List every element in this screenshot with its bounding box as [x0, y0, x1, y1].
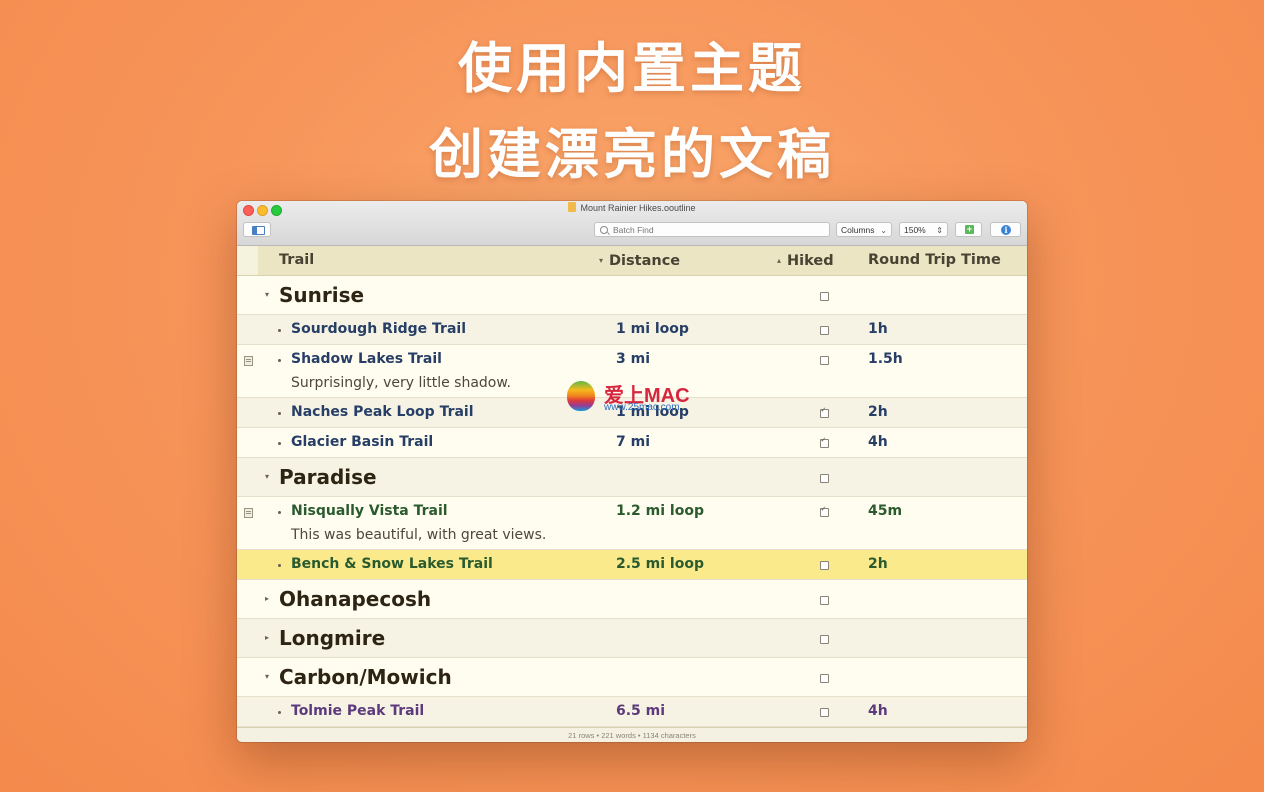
row-note[interactable]: Surprisingly, very little shadow. — [291, 375, 511, 391]
outline-row[interactable]: Sourdough Ridge Trail 1 mi loop 1h — [237, 315, 1027, 345]
disclosure-expanded-icon[interactable]: ▾ — [265, 672, 269, 681]
hiked-checkbox[interactable] — [820, 708, 829, 717]
bullet-icon — [278, 329, 281, 332]
add-icon: + — [965, 224, 974, 234]
zoom-label: 150% — [904, 225, 926, 235]
disclosure-expanded-icon[interactable]: ▾ — [265, 472, 269, 481]
column-header-hiked[interactable]: ▴ Hiked — [777, 246, 834, 276]
disclosure-collapsed-icon[interactable]: ▸ — [265, 594, 269, 603]
search-icon — [600, 226, 608, 234]
zoom-popup-button[interactable]: 150% ⇕ — [899, 222, 948, 237]
topic-text[interactable]: Glacier Basin Trail — [291, 434, 433, 450]
hiked-checkbox[interactable] — [820, 406, 829, 418]
topic-text[interactable]: Longmire — [279, 626, 385, 650]
outline-section-row[interactable]: ▾ Paradise — [237, 458, 1027, 497]
status-bar: 21 rows • 221 words • 1134 characters — [237, 727, 1027, 742]
headline-line-1: 使用内置主题 — [458, 37, 806, 100]
distance-cell[interactable]: 2.5 mi loop — [616, 556, 704, 572]
inspector-button[interactable]: i — [990, 222, 1021, 237]
column-header: Trail ▾ Distance ▴ Hiked Round Trip Time — [237, 246, 1027, 276]
bullet-icon — [278, 442, 281, 445]
topic-text[interactable]: Nisqually Vista Trail — [291, 503, 448, 519]
hiked-checkbox[interactable] — [820, 635, 829, 644]
column-header-trail[interactable]: Trail — [279, 246, 314, 275]
stepper-icon: ⇕ — [936, 226, 943, 235]
headline-line-2: 创建漂亮的文稿 — [429, 123, 835, 186]
document-icon — [568, 202, 577, 212]
topic-text[interactable]: Sunrise — [279, 283, 364, 307]
column-header-round-trip-time[interactable]: Round Trip Time — [868, 246, 1001, 275]
topic-text[interactable]: Naches Peak Loop Trail — [291, 404, 474, 420]
topic-text[interactable]: Carbon/Mowich — [279, 665, 452, 689]
title-bar: Mount Rainier Hikes.ooutline Columns ⌄ 15… — [237, 201, 1027, 246]
add-row-button[interactable]: + — [955, 222, 982, 237]
bullet-icon — [278, 412, 281, 415]
info-icon: i — [1001, 225, 1011, 235]
distance-cell[interactable]: 1 mi loop — [616, 321, 689, 337]
topic-text[interactable]: Sourdough Ridge Trail — [291, 321, 466, 337]
distance-cell[interactable]: 6.5 mi — [616, 703, 665, 719]
note-icon[interactable] — [244, 356, 253, 366]
round-trip-time-cell[interactable]: 2h — [868, 556, 888, 572]
sidebar-toggle-button[interactable] — [243, 222, 271, 237]
batch-find-field[interactable] — [594, 222, 830, 237]
sort-descending-icon: ▾ — [599, 256, 604, 265]
apple-logo-icon — [567, 381, 595, 411]
sort-ascending-icon: ▴ — [777, 256, 782, 265]
hiked-checkbox[interactable] — [820, 356, 829, 365]
outline-row[interactable]: Bench & Snow Lakes Trail 2.5 mi loop 2h — [237, 550, 1027, 580]
outline-section-row[interactable]: ▾ Carbon/Mowich — [237, 658, 1027, 697]
outline-row[interactable]: Glacier Basin Trail 7 mi 4h — [237, 428, 1027, 458]
outline-section-row[interactable]: ▸ Longmire — [237, 619, 1027, 658]
hiked-checkbox[interactable] — [820, 436, 829, 448]
window-title: Mount Rainier Hikes.ooutline — [237, 202, 1027, 213]
header-gutter — [237, 246, 258, 275]
bullet-icon — [278, 564, 281, 567]
round-trip-time-cell[interactable]: 1.5h — [868, 351, 903, 367]
row-note[interactable]: This was beautiful, with great views. — [291, 527, 546, 543]
topic-text[interactable]: Bench & Snow Lakes Trail — [291, 556, 493, 572]
columns-popup-button[interactable]: Columns ⌄ — [836, 222, 892, 237]
round-trip-time-cell[interactable]: 4h — [868, 703, 888, 719]
bullet-icon — [278, 359, 281, 362]
columns-label: Columns — [841, 225, 875, 235]
topic-text[interactable]: Tolmie Peak Trail — [291, 703, 424, 719]
distance-cell[interactable]: 1.2 mi loop — [616, 503, 704, 519]
distance-header-label: Distance — [609, 253, 681, 269]
watermark-url: www.25mac.com — [604, 402, 680, 413]
chevron-down-icon: ⌄ — [880, 226, 887, 235]
outline-section-row[interactable]: ▸ Ohanapecosh — [237, 580, 1027, 619]
hiked-checkbox[interactable] — [820, 474, 829, 483]
disclosure-expanded-icon[interactable]: ▾ — [265, 290, 269, 299]
distance-cell[interactable]: 7 mi — [616, 434, 650, 450]
hiked-checkbox[interactable] — [820, 292, 829, 301]
outline-section-row[interactable]: ▾ Sunrise — [237, 276, 1027, 315]
sidebar-icon — [252, 226, 265, 235]
note-icon[interactable] — [244, 508, 253, 518]
round-trip-time-cell[interactable]: 45m — [868, 503, 902, 519]
topic-text[interactable]: Shadow Lakes Trail — [291, 351, 442, 367]
hiked-checkbox[interactable] — [820, 561, 829, 570]
round-trip-time-cell[interactable]: 4h — [868, 434, 888, 450]
app-window: Mount Rainier Hikes.ooutline Columns ⌄ 15… — [237, 201, 1027, 742]
disclosure-collapsed-icon[interactable]: ▸ — [265, 633, 269, 642]
hiked-checkbox[interactable] — [820, 674, 829, 683]
round-trip-time-cell[interactable]: 1h — [868, 321, 888, 337]
hiked-checkbox[interactable] — [820, 505, 829, 517]
round-trip-time-cell[interactable]: 2h — [868, 404, 888, 420]
hiked-header-label: Hiked — [787, 253, 834, 269]
window-title-text: Mount Rainier Hikes.ooutline — [580, 203, 696, 213]
bullet-icon — [278, 511, 281, 514]
outline-row[interactable]: Nisqually Vista Trail 1.2 mi loop 45m This … — [237, 497, 1027, 550]
bullet-icon — [278, 711, 281, 714]
hiked-checkbox[interactable] — [820, 326, 829, 335]
topic-text[interactable]: Ohanapecosh — [279, 587, 431, 611]
watermark: 爱上MAC www.25mac.com — [567, 378, 707, 418]
topic-text[interactable]: Paradise — [279, 465, 377, 489]
distance-cell[interactable]: 3 mi — [616, 351, 650, 367]
column-header-distance[interactable]: ▾ Distance — [599, 246, 680, 276]
search-input[interactable] — [613, 225, 813, 235]
hiked-checkbox[interactable] — [820, 596, 829, 605]
outline-row[interactable]: Tolmie Peak Trail 6.5 mi 4h — [237, 697, 1027, 727]
